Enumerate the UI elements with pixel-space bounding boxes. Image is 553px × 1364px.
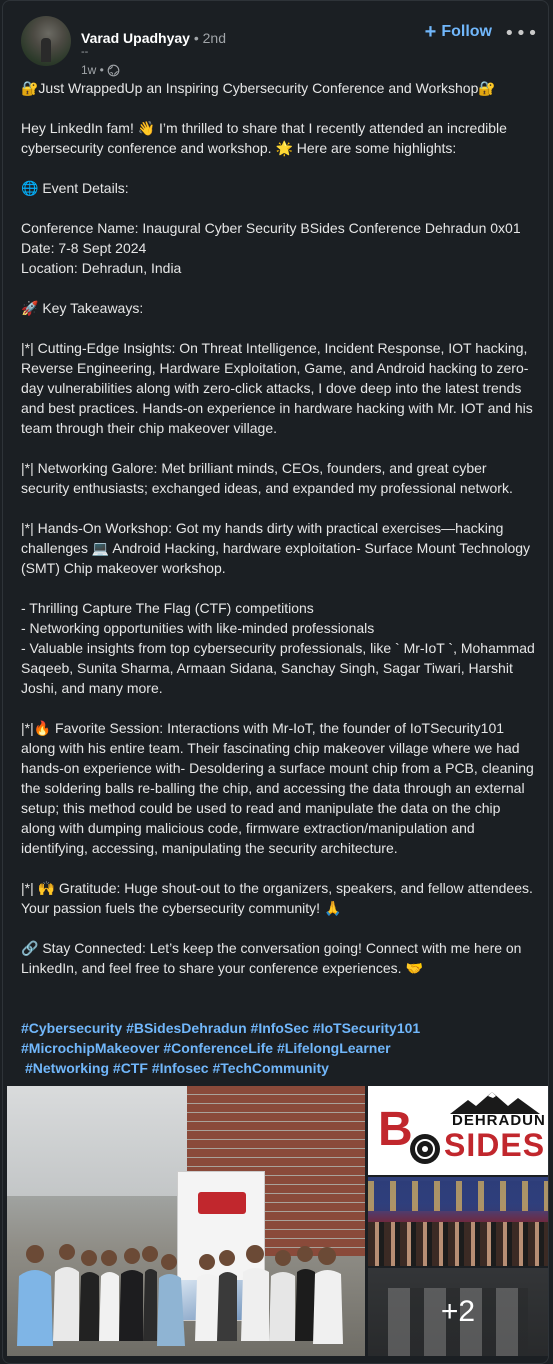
plus-icon: + [424,21,437,43]
body-paragraph: |*| Hands-On Workshop: Got my hands dirt… [21,520,531,576]
hashtag-link[interactable]: #CTF [113,1060,148,1076]
bsides-logo-photo[interactable]: DEHRADUN B SIDES [368,1086,548,1175]
body-paragraph [21,278,536,298]
body-paragraph: 🔗 Stay Connected: Let’s keep the convers… [21,940,522,976]
hall-arches [368,1181,548,1211]
post-media: DEHRADUN B SIDES +2 [7,1086,548,1356]
body-paragraph: |*| Cutting-Edge Insights: On Threat Int… [21,340,533,436]
body-paragraph: - Networking opportunities with like-min… [21,620,375,636]
hashtag-link[interactable]: #InfoSec [251,1020,309,1036]
body-paragraph [21,498,536,518]
group-people [17,1244,343,1346]
more-photos-tile[interactable]: +2 [368,1268,548,1356]
body-paragraph: Hey LinkedIn fam! 👋 I’m thrilled to shar… [21,120,507,156]
body-paragraph [21,858,536,878]
author-name[interactable]: Varad Upadhyay [81,30,190,46]
body-paragraph: |*|🔥 Favorite Session: Interactions with… [21,720,534,856]
hashtag-link[interactable]: #Cybersecurity [21,1020,122,1036]
disc-icon [410,1134,440,1164]
body-paragraph: 🔐Just WrappedUp an Inspiring Cybersecuri… [21,80,496,96]
mountain-icon [450,1092,540,1114]
post-meta: 1w • [81,63,120,77]
body-paragraph: 🚀 Key Takeaways: [21,300,144,316]
body-paragraph [21,698,536,718]
hashtag-link[interactable]: #Infosec [152,1060,209,1076]
body-paragraph [21,158,536,178]
group-photo[interactable] [7,1086,365,1356]
follow-label: Follow [441,23,492,40]
follow-button[interactable]: + Follow [424,21,492,43]
hashtag-link[interactable]: #MicrochipMakeover [21,1040,160,1056]
body-paragraph: Date: 7-8 Sept 2024 [21,240,147,256]
hashtag-link[interactable]: #LifelongLearner [277,1040,391,1056]
hall-crowd [368,1222,548,1266]
author-headline: -- [81,46,89,58]
post-body: 🔐Just WrappedUp an Inspiring Cybersecuri… [21,78,536,978]
hashtag-line: #MicrochipMakeover #ConferenceLife #Life… [21,1038,536,1058]
body-paragraph: 🌐 Event Details: [21,180,129,196]
hashtag-line: #Cybersecurity #BSidesDehradun #InfoSec … [21,1018,536,1038]
hashtag-link[interactable]: #ConferenceLife [163,1040,273,1056]
globe-icon [107,64,120,77]
hashtag-link[interactable]: #TechCommunity [213,1060,329,1076]
hashtag-link[interactable]: #IoTSecurity101 [313,1020,420,1036]
hashtag-link[interactable]: #Networking [25,1060,109,1076]
more-options-button[interactable]: ••• [504,21,538,45]
post-time: 1w • [81,63,104,77]
body-paragraph [21,438,536,458]
logo-sides: SIDES [444,1127,546,1163]
body-paragraph: |*| 🙌 Gratitude: Huge shout-out to the o… [21,880,533,916]
body-paragraph [21,918,536,938]
post-header: Varad Upadhyay • 2nd -- 1w • + Follow ••… [21,13,538,77]
body-paragraph: |*| Networking Galore: Met brilliant min… [21,460,513,496]
hashtag-line: #Networking #CTF #Infosec #TechCommunity [21,1058,536,1078]
hashtags: #Cybersecurity #BSidesDehradun #InfoSec … [21,1018,536,1078]
post-card: Varad Upadhyay • 2nd -- 1w • + Follow ••… [2,0,549,1364]
body-paragraph: - Valuable insights from top cybersecuri… [21,640,535,696]
body-paragraph: Location: Dehradun, India [21,260,182,276]
hashtag-link[interactable]: #BSidesDehradun [126,1020,247,1036]
body-paragraph [21,198,536,218]
more-photos-count: +2 [440,1295,476,1328]
body-paragraph: Conference Name: Inaugural Cyber Securit… [21,220,521,236]
avatar[interactable] [21,16,71,66]
author-line: Varad Upadhyay • 2nd [81,29,226,47]
body-paragraph [21,98,536,118]
body-paragraph: - Thrilling Capture The Flag (CTF) compe… [21,600,314,616]
connection-degree: • 2nd [193,30,226,46]
body-paragraph [21,578,536,598]
body-paragraph [21,318,536,338]
auditorium-photo[interactable] [368,1177,548,1266]
